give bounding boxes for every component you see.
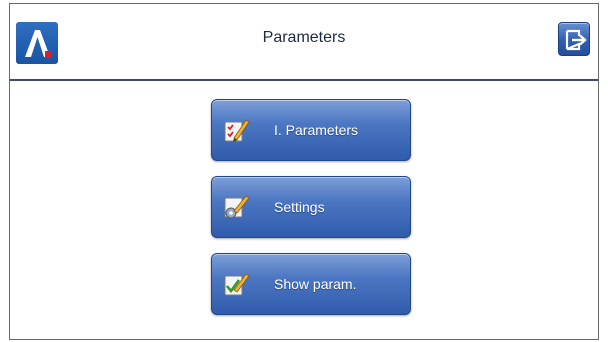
header-bar: Parameters: [10, 4, 598, 79]
settings-pencil-icon: [224, 195, 250, 219]
app-screen: Parameters I. Parameters Settings Show p…: [9, 3, 599, 340]
show-param-button-label: Show param.: [274, 276, 357, 292]
parameters-button[interactable]: I. Parameters: [211, 99, 411, 161]
show-param-button[interactable]: Show param.: [211, 253, 411, 315]
logo-icon: [25, 30, 52, 58]
exit-icon: [565, 29, 587, 51]
settings-button-label: Settings: [274, 199, 325, 215]
checklist-pencil-icon: [224, 119, 250, 142]
exit-button[interactable]: [558, 22, 590, 56]
settings-button[interactable]: Settings: [211, 176, 411, 238]
header-divider: [10, 79, 598, 81]
logo: [16, 22, 58, 64]
page-title: Parameters: [262, 29, 346, 46]
parameters-button-label: I. Parameters: [274, 122, 359, 138]
checkmark-pencil-icon: [224, 273, 250, 296]
